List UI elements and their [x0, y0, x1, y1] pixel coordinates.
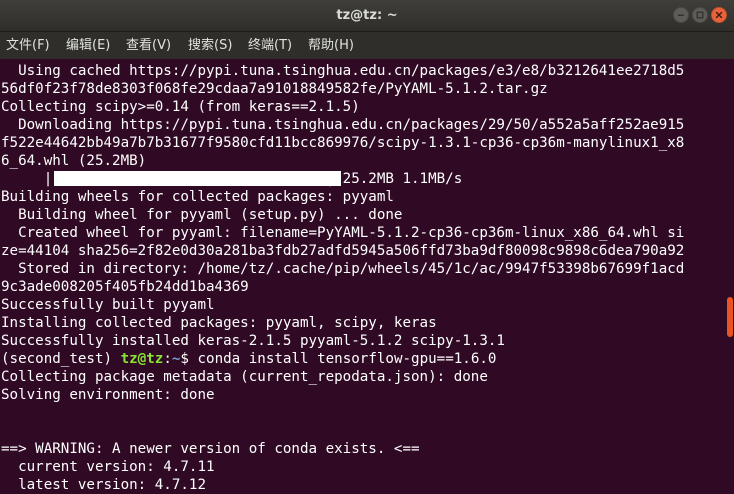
menu-help[interactable]: 帮助(H): [308, 37, 354, 54]
terminal-line: ze=44104 sha256=2f82e0d30a281ba3fdb27adf…: [1, 243, 685, 259]
menu-file[interactable]: 文件(F): [6, 37, 50, 54]
terminal-line: Created wheel for pyyaml: filename=PyYAM…: [1, 225, 685, 241]
terminal-line: Solving environment: done: [1, 387, 215, 403]
terminal-line: Collecting scipy>=0.14 (from keras==2.1.…: [1, 99, 360, 115]
terminal-line: Successfully built pyyaml: [1, 297, 215, 313]
menu-bar: 文件(F) 编辑(E) 查看(V) 搜索(S) 终端(T) 帮助(H): [0, 32, 734, 59]
terminal-line: Building wheel for pyyaml (setup.py) ...…: [1, 207, 403, 223]
menu-terminal[interactable]: 终端(T): [248, 37, 292, 54]
menu-search[interactable]: 搜索(S): [188, 37, 232, 54]
terminal-line: Downloading https://pypi.tuna.tsinghua.e…: [1, 117, 685, 133]
prompt-env: (second_test): [1, 351, 121, 367]
window-title: tz@tz: ~: [336, 8, 398, 23]
terminal-line: 56df0f23f78de8303f068fe29cdaa7a910188495…: [1, 81, 548, 97]
terminal-line: 9c3ade008205f405fb24dd1ba4369: [1, 279, 249, 295]
menu-view[interactable]: 查看(V): [126, 37, 171, 54]
terminal-line: Using cached https://pypi.tuna.tsinghua.…: [1, 63, 685, 79]
terminal-line: Successfully installed keras-2.1.5 pyyam…: [1, 333, 505, 349]
menu-edit[interactable]: 编辑(E): [66, 37, 110, 54]
download-progress-bar: [54, 171, 341, 186]
title-bar[interactable]: tz@tz: ~: [0, 0, 734, 32]
terminal-line: Stored in directory: /home/tz/.cache/pip…: [1, 261, 685, 277]
terminal-line: latest version: 4.7.12: [1, 477, 206, 493]
prompt-separator: :: [163, 351, 172, 367]
maximize-button[interactable]: [692, 7, 708, 23]
scrollbar-thumb[interactable]: [727, 297, 733, 337]
close-icon: [715, 11, 723, 19]
maximize-icon: [696, 11, 704, 19]
prompt-symbol: $: [180, 351, 198, 367]
prompt-user-host: tz@tz: [120, 351, 164, 367]
terminal-window: tz@tz: ~ 文件(F) 编辑(E) 查看(V) 搜索(S) 终端(T) 帮…: [0, 0, 734, 494]
close-button[interactable]: [711, 7, 727, 23]
minimize-icon: [678, 14, 684, 16]
prompt-command: conda install tensorflow-gpu==1.6.0: [197, 351, 497, 367]
minimize-button[interactable]: [673, 7, 689, 23]
terminal-output[interactable]: Using cached https://pypi.tuna.tsinghua.…: [0, 59, 722, 494]
terminal-line: 6_64.whl (25.2MB): [1, 153, 147, 169]
terminal-line: ==> WARNING: A newer version of conda ex…: [1, 441, 420, 457]
terminal-line: current version: 4.7.11: [1, 459, 215, 475]
prompt-line: (second_test) tz@tz:~$ conda install ten…: [1, 350, 496, 368]
terminal-line: Installing collected packages: pyyaml, s…: [1, 315, 437, 331]
vertical-scrollbar[interactable]: [722, 59, 734, 494]
terminal-line: Building wheels for collected packages: …: [1, 189, 394, 205]
terminal-line: f522e44642bb49a7b7b31677f9580cfd11bcc869…: [1, 135, 685, 151]
terminal-line: Collecting package metadata (current_rep…: [1, 369, 488, 385]
